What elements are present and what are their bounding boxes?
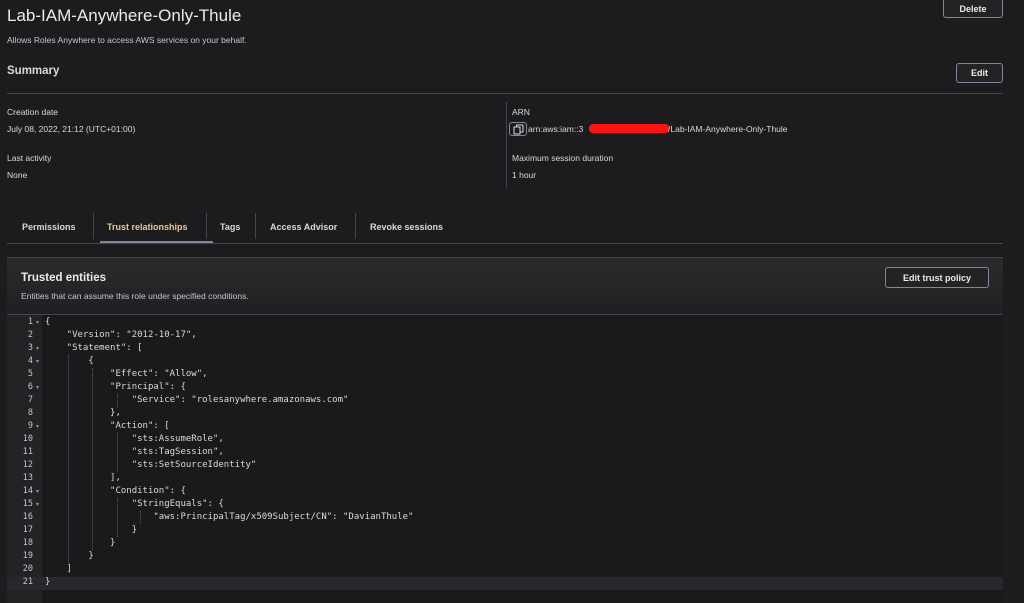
line-number: 20 [22,564,33,574]
delete-button[interactable]: Delete [943,0,1003,18]
page-subtitle: Allows Roles Anywhere to access AWS serv… [7,35,247,45]
fold-caret-icon[interactable]: ▾ [36,381,39,394]
line-number: 6 [27,382,33,392]
line-number: 2 [27,330,33,340]
summary-column-divider [506,102,507,188]
code-line: "Effect": "Allow", [45,369,208,379]
tab-separator [206,213,207,239]
tab-trust-relationships[interactable]: Trust relationships [107,210,188,243]
arn-label: ARN [512,107,530,117]
edit-trust-policy-button[interactable]: Edit trust policy [885,267,989,288]
code-line: "Action": [ [45,421,170,431]
code-line: ], [45,473,121,483]
arn-prefix: arn:aws:iam::3 [528,124,584,134]
tab-tags[interactable]: Tags [220,210,240,243]
code-line: { [45,356,94,366]
fold-caret-icon[interactable]: ▾ [36,316,39,329]
line-number: 16 [22,512,33,522]
code-line: "StringEquals": { [45,499,224,509]
line-number: 3 [27,343,33,353]
copy-arn-button[interactable] [509,122,527,136]
indent-guide [140,511,141,524]
tab-separator [93,213,94,239]
line-number: 17 [22,525,33,535]
line-number: 8 [27,408,33,418]
line-number: 13 [22,473,33,483]
summary-title: Summary [7,65,60,77]
line-number: 15 [22,499,33,509]
line-number: 10 [22,434,33,444]
indent-guide [117,394,118,407]
line-number: 4 [27,356,33,366]
trusted-entities-title: Trusted entities [21,272,106,284]
indent-guide [117,498,118,537]
copy-icon [513,124,524,135]
line-number: 5 [27,369,33,379]
indent-guide [117,433,118,472]
indent-guide [92,368,93,550]
line-number: 14 [22,486,33,496]
tab-separator [355,213,356,239]
line-number: 7 [27,395,33,405]
fold-caret-icon[interactable]: ▾ [36,485,39,498]
trusted-entities-description: Entities that can assume this role under… [21,291,249,301]
fold-caret-icon[interactable]: ▾ [36,498,39,511]
max-session-label: Maximum session duration [512,153,614,163]
code-line: "aws:PrincipalTag/x509Subject/CN": "Davi… [45,512,414,522]
fold-caret-icon[interactable]: ▾ [36,355,39,368]
code-line: "sts:SetSourceIdentity" [45,460,257,470]
code-line: "Version": "2012-10-17", [45,330,197,340]
arn-suffix: /Lab-IAM-Anywhere-Only-Thule [668,124,788,134]
code-line: ] [45,564,73,574]
indent-guide [68,355,69,563]
code-line: "sts:AssumeRole", [45,434,224,444]
line-number: 11 [22,447,33,457]
fold-caret-icon[interactable]: ▾ [36,420,39,433]
last-activity-label: Last activity [7,153,52,163]
code-line: } [45,551,94,561]
page-title: Lab-IAM-Anywhere-Only-Thule [7,6,242,25]
line-number: 12 [22,460,33,470]
code-line: "Service": "rolesanywhere.amazonaws.com" [45,395,349,405]
tab-permissions[interactable]: Permissions [22,210,76,243]
active-line-highlight [7,577,1003,590]
tab-separator [255,213,256,239]
line-number: 19 [22,551,33,561]
line-number: 21 [22,577,33,587]
active-tab-indicator [100,241,213,243]
line-number: 1 [27,317,33,327]
code-line: "Principal": { [45,382,186,392]
code-line: "sts:TagSession", [45,447,224,457]
creation-date-label: Creation date [7,107,59,117]
line-number: 18 [22,538,33,548]
summary-edit-button[interactable]: Edit [956,63,1003,83]
max-session-value: 1 hour [512,170,537,180]
last-activity-value: None [7,170,28,180]
code-line: }, [45,408,121,418]
code-line: } [45,577,51,587]
fold-caret-icon[interactable]: ▾ [36,342,39,355]
creation-date-value: July 08, 2022, 21:12 (UTC+01:00) [7,124,136,134]
code-line: "Condition": { [45,486,186,496]
code-line: { [45,317,51,327]
tabs-bar: Permissions Trust relationships Tags Acc… [7,210,1003,244]
code-line: } [45,538,116,548]
tab-revoke-sessions[interactable]: Revoke sessions [370,210,443,243]
code-line: "Statement": [ [45,343,143,353]
line-number: 9 [27,421,33,431]
arn-redaction [589,124,669,133]
tab-access-advisor[interactable]: Access Advisor [270,210,337,243]
summary-divider [7,93,1003,94]
